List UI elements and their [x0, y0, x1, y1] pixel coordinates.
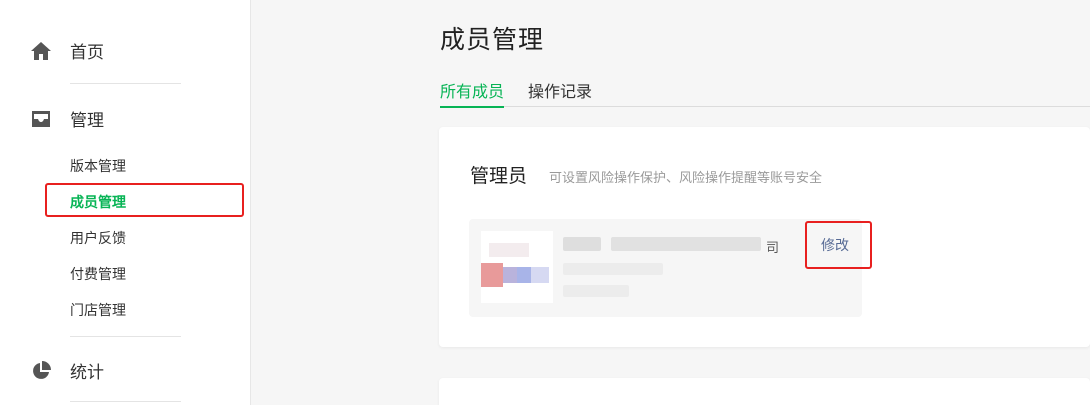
sidebar-divider: [70, 336, 181, 337]
page-title: 成员管理: [440, 25, 545, 54]
pie-chart-icon: [30, 360, 52, 382]
sidebar-item-version-manage[interactable]: 版本管理: [70, 157, 126, 177]
sidebar-item-stats[interactable]: 统计: [30, 358, 104, 383]
sidebar-item-manage-label: 管理: [70, 111, 104, 131]
tab-all-members[interactable]: 所有成员: [440, 78, 505, 108]
app-page: 首页 管理 版本管理 成员管理 用户反馈 付费管理 门店管理 统计 成员管理 所…: [0, 0, 1090, 405]
sidebar-item-member-manage[interactable]: 成员管理: [70, 193, 126, 213]
sidebar-item-stats-label: 统计: [70, 363, 104, 383]
admin-section-title: 管理员: [470, 165, 528, 187]
redacted-text: [563, 263, 663, 275]
admin-card: 管理员 可设置风险操作保护、风险操作提醒等账号安全 司 修改: [439, 127, 1090, 347]
redacted-text: [563, 237, 601, 251]
sidebar-item-user-feedback[interactable]: 用户反馈: [70, 229, 126, 249]
sidebar-item-store-manage[interactable]: 门店管理: [70, 301, 126, 321]
secondary-card: [439, 378, 1090, 405]
inbox-icon: [30, 108, 52, 130]
redacted-text: [611, 237, 761, 251]
admin-section-description: 可设置风险操作保护、风险操作提醒等账号安全: [549, 171, 823, 186]
sidebar-item-home[interactable]: 首页: [30, 38, 104, 63]
sidebar-divider: [70, 83, 181, 84]
admin-name-suffix: 司: [766, 241, 780, 256]
sidebar-item-home-label: 首页: [70, 43, 104, 63]
redacted-text: [563, 285, 629, 297]
tab-bar: 所有成员 操作记录: [440, 78, 1090, 108]
sidebar-item-manage[interactable]: 管理: [30, 106, 104, 131]
tab-operation-log[interactable]: 操作记录: [528, 78, 592, 107]
sidebar-divider: [70, 401, 181, 402]
main-content: 成员管理 所有成员 操作记录 管理员 可设置风险操作保护、风险操作提醒等账号安全: [252, 0, 1090, 405]
edit-admin-button[interactable]: 修改: [821, 235, 849, 255]
home-icon: [30, 40, 52, 62]
admin-avatar: [481, 231, 553, 303]
sidebar-item-payment-manage[interactable]: 付费管理: [70, 265, 126, 285]
sidebar: 首页 管理 版本管理 成员管理 用户反馈 付费管理 门店管理 统计: [0, 0, 251, 405]
admin-entry: 司 修改: [469, 219, 862, 317]
